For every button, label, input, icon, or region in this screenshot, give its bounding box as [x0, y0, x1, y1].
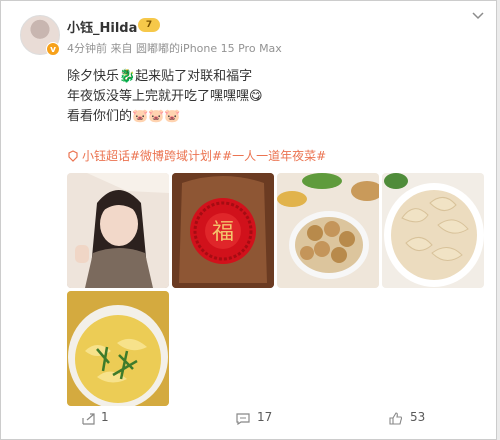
- comment-count[interactable]: 17: [257, 410, 272, 424]
- post-line-3: 看看你们的🐷🐷🐷: [67, 109, 181, 124]
- like-icon[interactable]: [389, 412, 403, 425]
- svg-text:福: 福: [212, 220, 234, 245]
- comment-icon[interactable]: [236, 413, 250, 425]
- share-icon[interactable]: [82, 413, 96, 425]
- photo-meatballs[interactable]: [277, 173, 379, 288]
- post-line-2: 年夜饭没等上完就开吃了嘿嘿嘿😋: [67, 89, 263, 104]
- post-source[interactable]: 圆嘟嘟的iPhone 15 Pro Max: [136, 42, 282, 55]
- share-count[interactable]: 1: [101, 410, 109, 424]
- photo-egg-soup[interactable]: [67, 291, 169, 406]
- post-time: 4分钟前: [67, 42, 107, 55]
- super-topic-icon: [68, 150, 78, 162]
- weibo-post-card: v 小钰_Hilda 7 4分钟前 来自 圆嘟嘟的iPhone 15 Pro M…: [0, 0, 497, 440]
- source-prefix: 来自: [110, 42, 133, 55]
- verified-badge: v: [46, 42, 60, 56]
- post-line-1: 除夕快乐🐉起来贴了对联和福字: [67, 69, 253, 84]
- topic-tags-text[interactable]: 小钰超话#微博跨域计划##一人一道年夜菜#: [82, 149, 326, 163]
- level-badge: 7: [138, 18, 160, 32]
- photo-dumplings[interactable]: [382, 173, 484, 288]
- topic-tags[interactable]: 小钰超话#微博跨域计划##一人一道年夜菜#: [67, 147, 326, 164]
- username[interactable]: 小钰_Hilda: [67, 17, 137, 36]
- like-count[interactable]: 53: [410, 410, 425, 424]
- post-meta: 4分钟前 来自 圆嘟嘟的iPhone 15 Pro Max: [67, 40, 282, 56]
- photo-portrait[interactable]: [67, 173, 169, 288]
- photo-fu-character[interactable]: 福: [172, 173, 274, 288]
- chevron-down-icon[interactable]: [471, 11, 485, 21]
